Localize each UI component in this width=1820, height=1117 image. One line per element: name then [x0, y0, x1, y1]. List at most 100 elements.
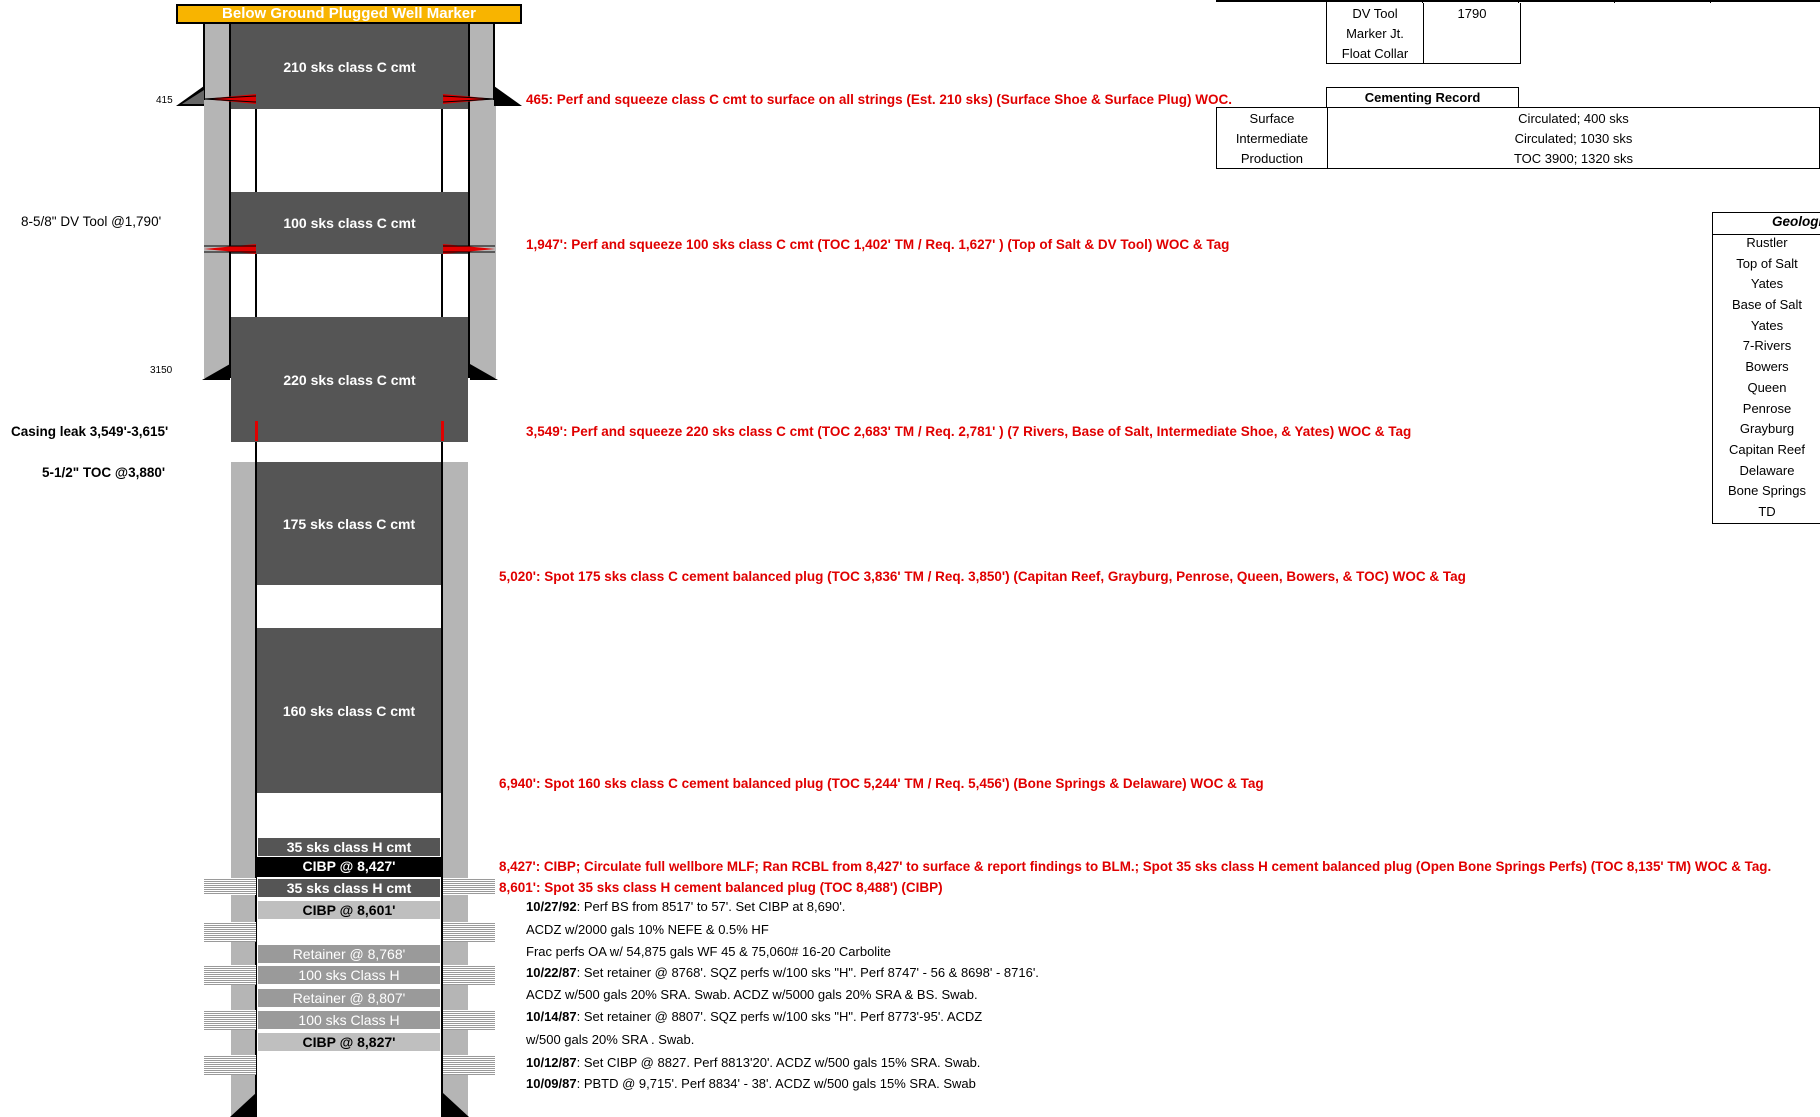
plug-35-sks-h-2: 35 sks class H cmt	[257, 878, 441, 898]
geology-item: 7-Rivers	[1742, 338, 1792, 354]
perf-stripes-3-right	[443, 965, 495, 985]
prod-shoe-right-icon	[443, 1093, 469, 1117]
geology-item: Rustler	[1746, 235, 1788, 250]
intermediate-casing-right	[470, 100, 496, 378]
geology-item: Bone Springs	[1727, 483, 1807, 499]
annotation-465: 465: Perf and squeeze class C cmt to sur…	[526, 92, 1232, 107]
history-3: Frac perfs OA w/ 54,875 gals WF 45 & 75,…	[526, 944, 891, 959]
perf-icon-415-right	[443, 94, 495, 104]
history-date: 10/27/92	[526, 899, 577, 914]
perf-stripes-1-left	[204, 878, 256, 895]
perf-icon-1947-right	[443, 244, 495, 254]
annotation-3549: 3,549': Perf and squeeze 220 sks class C…	[526, 424, 1412, 439]
geology-item: Penrose	[1742, 400, 1792, 416]
geology-list: Rustler Top of Salt Yates Base of Salt Y…	[1712, 235, 1820, 525]
history-text: : Perf BS from 8517' to 57'. Set CIBP at…	[576, 899, 846, 914]
casing-leak-left-mark	[255, 421, 258, 441]
plug-100-sks: 100 sks class C cmt	[231, 192, 468, 254]
depth-tick-3150: 3150	[150, 365, 173, 376]
cibp-8827: CIBP @ 8,827'	[257, 1032, 441, 1052]
cementing-record-table: Surface Circulated; 400 sks Intermediate C…	[1216, 107, 1820, 169]
tool-table-cell	[1424, 43, 1521, 64]
plug-220-sks: 220 sks class C cmt	[231, 317, 468, 442]
geology-item: Queen	[1747, 379, 1787, 395]
plug-160-sks: 160 sks class C cmt	[257, 628, 441, 793]
history-date: 10/12/87	[526, 1055, 577, 1070]
surface-casing-left	[204, 24, 230, 100]
cementing-record-title: Cementing Record	[1326, 87, 1519, 107]
geology-item: Yates	[1750, 276, 1784, 292]
geology-item: Base of Salt	[1731, 297, 1803, 313]
tool-table-cell: Marker Jt.	[1326, 23, 1424, 43]
perf-stripes-4-right	[443, 1010, 495, 1030]
cementing-row-value: Circulated; 400 sks	[1518, 110, 1629, 126]
int-line-right	[468, 24, 470, 378]
perf-stripes-4-left	[204, 1010, 256, 1030]
depth-tick-415: 415	[156, 95, 173, 106]
geology-title: Geologi	[1772, 214, 1820, 229]
plug-35-sks-h-1: 35 sks class H cmt	[257, 837, 441, 857]
cibp-8427: CIBP @ 8,427'	[257, 857, 441, 877]
top-table-tick-5	[1710, 0, 1711, 3]
geology-item: Top of Salt	[1736, 255, 1798, 271]
history-text: : Set CIBP @ 8827. Perf 8813'20'. ACDZ w…	[576, 1055, 981, 1070]
annotation-1947: 1,947': Perf and squeeze 100 sks class C…	[526, 237, 1230, 252]
annotation-8601: 8,601': Spot 35 sks class H cement balan…	[499, 880, 943, 895]
dv-tool-label: 8-5/8" DV Tool @1,790'	[21, 214, 162, 229]
perf-stripes-3-left	[204, 965, 256, 985]
perf-stripes-1-right	[443, 878, 495, 895]
geology-item: Yates	[1750, 317, 1784, 333]
perf-stripes-5-right	[443, 1055, 495, 1075]
history-text: : PBTD @ 9,715'. Perf 8834' - 38'. ACDZ …	[576, 1076, 976, 1091]
history-9: 10/09/87: PBTD @ 9,715'. Perf 8834' - 38…	[526, 1076, 976, 1091]
history-8: 10/12/87: Set CIBP @ 8827. Perf 8813'20'…	[526, 1055, 980, 1070]
surface-shoe-right-icon	[494, 86, 522, 106]
geology-item: Delaware	[1739, 462, 1795, 478]
history-2: ACDZ w/2000 gals 10% NEFE & 0.5% HF	[526, 922, 769, 937]
top-table-tick-4	[1614, 0, 1615, 3]
cibp-8601: CIBP @ 8,601'	[257, 900, 441, 920]
perf-stripes-2-left	[204, 922, 256, 942]
tool-table: DV Tool 1790 Marker Jt. Float Collar	[1326, 3, 1521, 64]
retainer-8768: Retainer @ 8,768'	[257, 944, 441, 964]
geology-item: Grayburg	[1739, 421, 1795, 437]
geology-item: Bowers	[1745, 359, 1789, 375]
history-7: w/500 gals 20% SRA . Swab.	[526, 1032, 695, 1047]
plug-175-sks: 175 sks class C cmt	[257, 462, 441, 585]
int-shoe-left-icon	[202, 364, 230, 380]
perf-stripes-5-left	[204, 1055, 256, 1075]
tool-table-cell	[1424, 23, 1521, 43]
history-date: 10/14/87	[526, 1009, 577, 1024]
history-text: : Set retainer @ 8807'. SQZ perfs w/100 …	[576, 1009, 983, 1024]
casing-leak-right-mark	[441, 421, 444, 441]
annotation-8427: 8,427': CIBP; Circulate full wellbore ML…	[499, 859, 1772, 874]
geology-item: Capitan Reef	[1729, 441, 1805, 457]
perf-icon-1947-left	[204, 244, 256, 254]
tool-table-cell: Float Collar	[1326, 43, 1424, 64]
intermediate-casing-left	[204, 100, 230, 378]
history-text: : Set retainer @ 8768'. SQZ perfs w/100 …	[576, 965, 1039, 980]
tool-table-cell: 1790	[1457, 5, 1487, 21]
squeeze-100-sks-1: 100 sks Class H	[257, 965, 441, 985]
history-6: 10/14/87: Set retainer @ 8807'. SQZ perf…	[526, 1009, 982, 1024]
retainer-8807: Retainer @ 8,807'	[257, 988, 441, 1008]
history-date: 10/22/87	[526, 965, 577, 980]
surface-casing-right	[468, 24, 494, 100]
squeeze-100-sks-2: 100 sks Class H	[257, 1010, 441, 1030]
cementing-row-value: TOC 3900; 1320 sks	[1513, 150, 1633, 166]
geology-item: TD	[1758, 503, 1776, 519]
cementing-row-name: Production	[1216, 148, 1328, 169]
history-5: ACDZ w/500 gals 20% SRA. Swab. ACDZ w/50…	[526, 987, 978, 1002]
cementing-row-value: Circulated; 1030 sks	[1514, 130, 1633, 146]
casing-leak-label: Casing leak 3,549'-3,615'	[11, 424, 169, 439]
prod-shoe-left-icon	[230, 1093, 256, 1117]
history-date: 10/09/87	[526, 1076, 577, 1091]
toc-label: 5-1/2" TOC @3,880'	[42, 465, 166, 480]
annotation-5020: 5,020': Spot 175 sks class C cement bala…	[499, 569, 1466, 584]
history-4: 10/22/87: Set retainer @ 8768'. SQZ perf…	[526, 965, 1039, 980]
surface-shoe-left-icon	[176, 86, 204, 106]
int-shoe-right-icon	[470, 364, 498, 380]
history-1: 10/27/92: Perf BS from 8517' to 57'. Set…	[526, 899, 845, 914]
perf-icon-415-left	[204, 94, 256, 104]
cementing-row-name: Intermediate	[1216, 128, 1328, 148]
